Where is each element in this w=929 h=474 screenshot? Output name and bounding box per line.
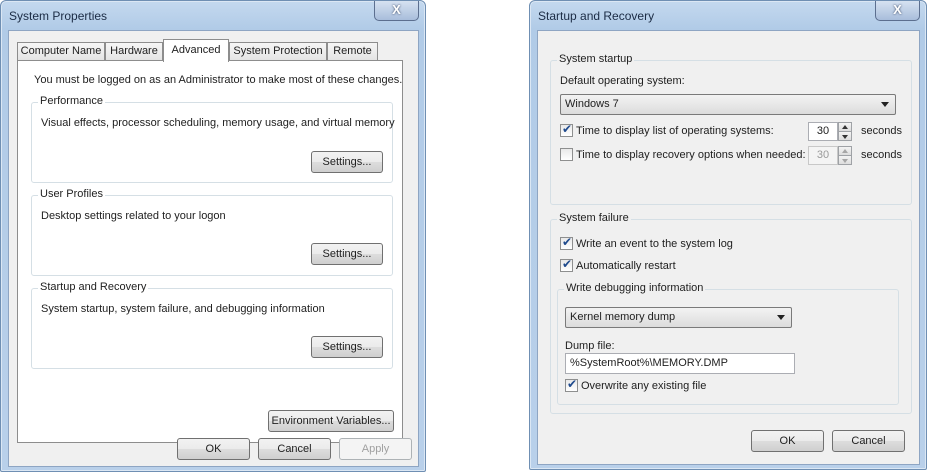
checkmark-icon: ✔ bbox=[561, 257, 573, 271]
performance-group: Performance Visual effects, processor sc… bbox=[31, 95, 395, 183]
system-startup-group: System startup Default operating system:… bbox=[550, 53, 912, 205]
dump-type-dropdown[interactable]: Kernel memory dump bbox=[565, 307, 792, 328]
write-event-label: Write an event to the system log bbox=[576, 238, 733, 250]
user-profiles-group: User Profiles Desktop settings related t… bbox=[31, 188, 393, 276]
debugging-group-title: Write debugging information bbox=[564, 282, 706, 294]
write-event-checkbox[interactable]: ✔ bbox=[560, 235, 573, 250]
apply-button[interactable]: Apply bbox=[339, 438, 412, 460]
system-failure-group: System failure ✔ Write an event to the s… bbox=[550, 212, 912, 414]
user-profiles-settings-button[interactable]: Settings... bbox=[311, 243, 383, 265]
tab-computer-name[interactable]: Computer Name bbox=[17, 42, 105, 61]
auto-restart-checkbox[interactable]: ✔ bbox=[560, 257, 573, 272]
dump-file-input[interactable]: %SystemRoot%\MEMORY.DMP bbox=[565, 353, 795, 374]
display-recovery-label: Time to display recovery options when ne… bbox=[576, 149, 806, 161]
performance-description: Visual effects, processor scheduling, me… bbox=[41, 117, 395, 129]
default-os-label: Default operating system: bbox=[560, 75, 685, 87]
startup-recovery-group: Startup and Recovery System startup, sys… bbox=[31, 281, 393, 369]
cancel-button[interactable]: Cancel bbox=[832, 430, 905, 452]
display-list-label: Time to display list of operating system… bbox=[576, 125, 774, 137]
admin-notice: You must be logged on as an Administrato… bbox=[34, 74, 403, 86]
user-profiles-description: Desktop settings related to your logon bbox=[41, 210, 226, 222]
startup-recovery-window: Startup and Recovery X System startup De… bbox=[529, 0, 927, 470]
startup-recovery-client: System startup Default operating system:… bbox=[537, 30, 920, 465]
overwrite-label: Overwrite any existing file bbox=[581, 380, 707, 392]
ok-button[interactable]: OK bbox=[177, 438, 250, 460]
chevron-down-icon bbox=[777, 315, 785, 320]
display-list-value[interactable]: 30 bbox=[808, 122, 838, 141]
display-recovery-checkbox[interactable] bbox=[560, 148, 573, 161]
startup-recovery-settings-button[interactable]: Settings... bbox=[311, 336, 383, 358]
display-list-checkbox[interactable]: ✔ bbox=[560, 122, 573, 137]
system-properties-client: Computer Name Hardware Advanced System P… bbox=[8, 30, 419, 467]
startup-recovery-titlebar[interactable]: Startup and Recovery X bbox=[530, 1, 926, 31]
display-recovery-spinner[interactable]: 30 bbox=[808, 146, 852, 165]
default-os-value: Windows 7 bbox=[565, 98, 619, 110]
tab-system-protection[interactable]: System Protection bbox=[229, 42, 327, 61]
checkmark-icon: ✔ bbox=[566, 377, 578, 391]
checkmark-icon: ✔ bbox=[561, 235, 573, 249]
system-failure-group-title: System failure bbox=[557, 212, 631, 224]
tab-remote[interactable]: Remote bbox=[327, 42, 378, 61]
tab-hardware[interactable]: Hardware bbox=[105, 42, 163, 61]
cancel-button[interactable]: Cancel bbox=[258, 438, 331, 460]
system-properties-titlebar[interactable]: System Properties X bbox=[1, 1, 425, 31]
debugging-group: Write debugging information Kernel memor… bbox=[557, 282, 899, 405]
chevron-down-icon bbox=[881, 102, 889, 107]
environment-variables-button[interactable]: Environment Variables... bbox=[268, 410, 394, 432]
display-recovery-value[interactable]: 30 bbox=[808, 146, 838, 165]
dump-file-label: Dump file: bbox=[565, 340, 615, 352]
display-list-spinner[interactable]: 30 bbox=[808, 122, 852, 141]
advanced-tab-panel: You must be logged on as an Administrato… bbox=[17, 60, 403, 443]
close-button[interactable]: X bbox=[875, 1, 920, 21]
default-os-dropdown[interactable]: Windows 7 bbox=[560, 94, 896, 115]
checkmark-icon: ✔ bbox=[561, 122, 573, 136]
ok-button[interactable]: OK bbox=[751, 430, 824, 452]
close-button[interactable]: X bbox=[374, 1, 419, 21]
display-list-unit: seconds bbox=[861, 125, 902, 137]
spin-down-icon[interactable] bbox=[838, 155, 852, 165]
overwrite-checkbox[interactable]: ✔ bbox=[565, 377, 578, 392]
performance-settings-button[interactable]: Settings... bbox=[311, 151, 383, 173]
system-startup-group-title: System startup bbox=[557, 53, 635, 65]
user-profiles-group-title: User Profiles bbox=[38, 188, 105, 200]
performance-group-title: Performance bbox=[38, 95, 105, 107]
startup-recovery-group-title: Startup and Recovery bbox=[38, 281, 149, 293]
display-recovery-unit: seconds bbox=[861, 149, 902, 161]
auto-restart-label: Automatically restart bbox=[576, 260, 676, 272]
dump-type-value: Kernel memory dump bbox=[570, 311, 676, 323]
startup-recovery-description: System startup, system failure, and debu… bbox=[41, 303, 325, 315]
system-properties-window: System Properties X Computer Name Hardwa… bbox=[0, 0, 426, 472]
spin-down-icon[interactable] bbox=[838, 131, 852, 141]
window-title: System Properties bbox=[9, 9, 108, 23]
tab-advanced[interactable]: Advanced bbox=[163, 39, 229, 62]
window-title: Startup and Recovery bbox=[538, 9, 655, 23]
